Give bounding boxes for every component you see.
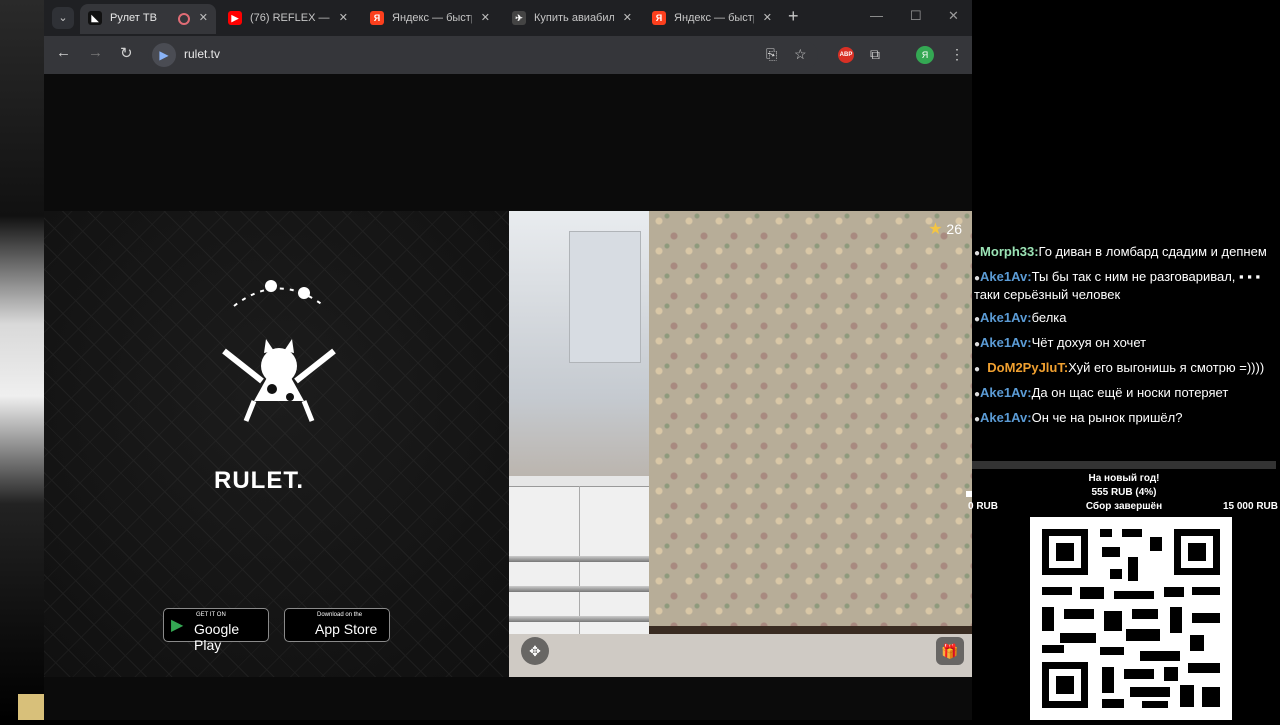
yandex-icon: Я [370, 11, 384, 25]
gift-icon[interactable]: 🎁 [936, 637, 964, 665]
minimize-icon[interactable]: — [870, 8, 883, 23]
google-play-button[interactable]: ▶ GET IT ON Google Play [163, 608, 269, 653]
chat-message: ●Ake1Av:Чёт дохуя он хочет [972, 335, 1280, 353]
chat-username: Ake1Av: [980, 310, 1032, 325]
chat-message: ● DoM2PyJluT:Хуй его выгонишь я смотрю =… [972, 360, 1280, 378]
app-store-button[interactable]: Download on the App Store [284, 608, 390, 642]
plane-icon: ✈ [512, 11, 526, 25]
qr-code-icon [1042, 529, 1220, 708]
chat-message: ●Morph33:Го диван в ломбард сдадим и деп… [972, 244, 1280, 262]
back-icon[interactable]: ← [56, 44, 71, 61]
install-app-icon[interactable]: ⎘ [766, 46, 777, 63]
donation-goal: На новый год! 555 RUB (4%) 0 RUB Сбор за… [966, 473, 1280, 517]
store-big-text: App Store [315, 621, 378, 637]
promo-panel: RULET. ▶ GET IT ON Google Play Download … [44, 211, 509, 677]
metal-rail [509, 616, 664, 622]
chat-username: Ake1Av: [980, 410, 1032, 425]
donation-title: На новый год! [1088, 473, 1160, 484]
tab-yandex-2[interactable]: Я Яндекс — быстр ✕ [644, 4, 780, 34]
forward-icon[interactable]: → [88, 44, 103, 61]
close-icon[interactable]: ✕ [763, 4, 772, 32]
reload-icon[interactable]: ↻ [120, 44, 133, 62]
stream-chat: ● Morph33:Го диван в ломбард сдадим и деп… [972, 236, 1280, 461]
star-icon: ★ [928, 221, 943, 238]
tab-bar: ⌄ ◣ Рулет ТВ ✕ ▶ (76) REFLEX — П ✕ Я Янд… [44, 0, 972, 36]
chat-username: Morph33: [980, 244, 1039, 259]
url-text: rulet.tv [184, 47, 221, 61]
kitchen-shelf [569, 231, 641, 363]
extensions-icon[interactable]: ⧉ [870, 46, 880, 63]
tab-title: (76) REFLEX — П [250, 12, 330, 24]
chat-text: Чёт дохуя он хочет [1031, 335, 1147, 350]
chat-message: ●Ake1Av:белка [972, 310, 1280, 328]
maximize-icon[interactable]: ☐ [910, 8, 922, 24]
video-stream[interactable]: ★ 26 ✥ 🎁 [509, 211, 972, 677]
chat-message: ●Ake1Av:Ты бы так с ним не разговаривал,… [972, 269, 1280, 303]
page-content: RULET. ▶ GET IT ON Google Play Download … [44, 74, 972, 720]
donation-max: 15 000 RUB [1222, 501, 1278, 512]
new-tab-button[interactable]: + [788, 6, 799, 27]
qr-code[interactable] [1030, 517, 1232, 720]
tab-youtube[interactable]: ▶ (76) REFLEX — П ✕ [220, 4, 356, 34]
donation-progress-marker [966, 491, 972, 497]
cat-logo-icon [222, 280, 336, 422]
chat-username: Ake1Av: [980, 385, 1032, 400]
address-bar[interactable]: ▶ rulet.tv [148, 41, 818, 69]
browser-toolbar: ← → ↻ ▶ rulet.tv ⎘ ☆ ABP ⧉ Я ⋮ [44, 36, 972, 74]
store-small-text: Download on the [317, 612, 363, 618]
chat-username: Ake1Av: [980, 335, 1032, 350]
store-big-text: Google Play [194, 621, 240, 653]
metal-rail [509, 556, 664, 562]
yandex-icon: Я [652, 11, 666, 25]
tab-title: Купить авиабил [534, 12, 614, 24]
rating-badge: ★ 26 [928, 219, 962, 239]
close-icon[interactable]: ✕ [339, 4, 348, 32]
close-icon[interactable]: ✕ [199, 4, 208, 32]
brand-logo-text: RULET. [214, 467, 304, 494]
badge-icon: ● [974, 364, 981, 375]
browser-window: ⌄ ◣ Рулет ТВ ✕ ▶ (76) REFLEX — П ✕ Я Янд… [44, 0, 972, 720]
tab-title: Яндекс — быстр [392, 12, 472, 24]
recording-icon [178, 13, 190, 25]
tab-yandex-1[interactable]: Я Яндекс — быстр ✕ [362, 4, 498, 34]
youtube-icon: ▶ [228, 11, 242, 25]
chat-text: Он че на рынок пришёл? [1031, 410, 1183, 425]
chat-text: Го диван в ломбард сдадим и депнем [1038, 244, 1267, 259]
chat-message: ●Ake1Av:Он че на рынок пришёл? [972, 410, 1280, 428]
tab-title: Яндекс — быстр [674, 12, 754, 24]
site-info-icon[interactable]: ▶ [152, 43, 176, 67]
donation-amount: 555 RUB (4%) [1091, 487, 1157, 498]
floor [509, 634, 972, 677]
chat-username: DoM2PyJluT: [987, 360, 1069, 375]
chat-text: белка [1031, 310, 1067, 325]
wallpaper-wall [649, 211, 972, 626]
close-icon[interactable]: ✕ [623, 4, 632, 32]
tab-flights[interactable]: ✈ Купить авиабил ✕ [504, 4, 640, 34]
menu-icon[interactable]: ⋮ [950, 46, 964, 63]
tab-search-button[interactable]: ⌄ [52, 7, 74, 29]
bookmark-star-icon[interactable]: ☆ [794, 46, 807, 63]
chat-text: Хуй его выгонишь я смотрю =)))) [1068, 360, 1265, 375]
adblock-icon[interactable]: ABP [838, 47, 854, 63]
rating-value: 26 [946, 221, 962, 237]
rulet-icon: ◣ [88, 11, 102, 25]
store-small-text: GET IT ON [196, 612, 226, 618]
chat-input-bar[interactable] [972, 461, 1276, 469]
background-accent [18, 694, 44, 720]
chat-text: Да он щас ещё и носки потеряет [1031, 385, 1229, 400]
background-strip [0, 0, 44, 720]
tab-rulet[interactable]: ◣ Рулет ТВ ✕ [80, 4, 216, 34]
window-close-icon[interactable]: ✕ [948, 8, 959, 24]
kitchen-counter [509, 476, 649, 486]
google-play-icon: ▶ [171, 617, 184, 634]
chat-message: ●Ake1Av:Да он щас ещё и носки потеряет [972, 385, 1280, 403]
gamepad-icon[interactable]: ✥ [521, 637, 549, 665]
baseboard [649, 626, 972, 634]
metal-rail [509, 586, 664, 592]
chat-username: Ake1Av: [980, 269, 1032, 284]
close-icon[interactable]: ✕ [481, 4, 490, 32]
profile-avatar[interactable]: Я [916, 46, 934, 64]
chat-message-cut [972, 236, 1280, 237]
